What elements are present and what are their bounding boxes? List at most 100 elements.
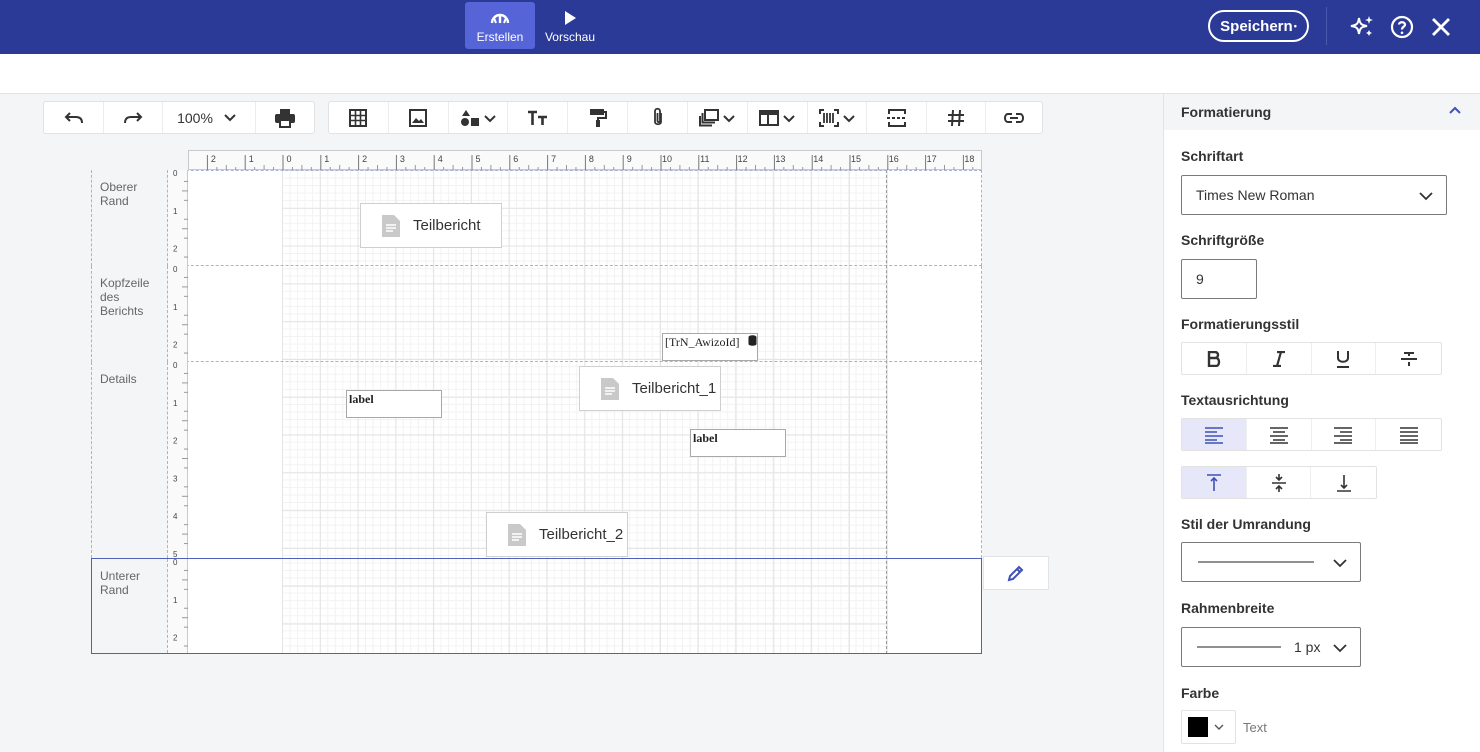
ruler-tick-label: 1 bbox=[173, 303, 178, 312]
edit-band-button[interactable] bbox=[983, 556, 1049, 590]
ruler-tick-label: 9 bbox=[627, 154, 632, 164]
save-button[interactable]: Speichern • bbox=[1208, 10, 1309, 42]
align-justify-icon bbox=[1399, 426, 1418, 444]
ruler-tick-label: 2 bbox=[362, 154, 367, 164]
mode-create-label: Erstellen bbox=[476, 30, 524, 44]
hyperlink-button[interactable] bbox=[986, 102, 1042, 133]
insert-image-button[interactable] bbox=[389, 102, 449, 133]
font-family-value: Times New Roman bbox=[1196, 187, 1315, 203]
mode-create-button[interactable]: Erstellen bbox=[465, 2, 535, 49]
horizontal-ruler: 2 1 0 1 2 3 4 5 6 7 8 9 10 11 12 13 14 15 16 17 18 bbox=[188, 150, 982, 171]
ruler-tick-label: 3 bbox=[173, 474, 178, 483]
ruler-tick-label: 3 bbox=[400, 154, 405, 164]
band-top-margin[interactable] bbox=[91, 170, 982, 266]
barcode-button[interactable] bbox=[808, 102, 868, 133]
ruler-tick-label: 18 bbox=[964, 154, 974, 164]
chevron-down-icon bbox=[1419, 192, 1433, 201]
zoom-value: 100% bbox=[177, 109, 213, 126]
close-icon[interactable] bbox=[1426, 12, 1456, 42]
page-break-button[interactable] bbox=[867, 102, 928, 133]
shapes-icon bbox=[461, 109, 480, 126]
top-bar: Erstellen Vorschau Speichern • bbox=[0, 0, 1480, 54]
layout-icon bbox=[759, 109, 780, 126]
subreport-element[interactable]: Teilbericht_1 bbox=[579, 366, 721, 411]
attachment-button[interactable] bbox=[628, 102, 688, 133]
subreport-element[interactable]: Teilbericht_2 bbox=[486, 512, 628, 557]
ruler-tick-label: 16 bbox=[889, 154, 899, 164]
align-middle-button[interactable] bbox=[1247, 467, 1312, 498]
database-icon bbox=[748, 335, 757, 346]
text-icon bbox=[527, 110, 547, 125]
underline-button[interactable] bbox=[1312, 343, 1377, 374]
stacked-pages-icon bbox=[699, 108, 720, 126]
hash-icon bbox=[948, 109, 965, 126]
ruler-tick-label: 15 bbox=[851, 154, 861, 164]
align-left-button[interactable] bbox=[1182, 419, 1247, 450]
page-number-button[interactable] bbox=[927, 102, 987, 133]
print-button[interactable] bbox=[256, 102, 314, 133]
ruler-tick-label: 13 bbox=[775, 154, 785, 164]
ai-sparkle-icon[interactable] bbox=[1347, 12, 1377, 42]
ruler-tick-label: 1 bbox=[173, 596, 178, 605]
insert-text-button[interactable] bbox=[508, 102, 569, 133]
ruler-tick-label: 1 bbox=[324, 154, 329, 164]
label-element[interactable]: label bbox=[346, 390, 442, 418]
ruler-tick-label: 10 bbox=[662, 154, 672, 164]
ruler-tick-label: 5 bbox=[173, 550, 178, 558]
chevron-down-icon bbox=[843, 114, 855, 122]
ruler-tick-label: 12 bbox=[738, 154, 748, 164]
band-label-top-margin: Oberer Rand bbox=[91, 170, 168, 266]
formatting-section-header[interactable]: Formatierung bbox=[1164, 94, 1480, 130]
band-bottom-margin-selected[interactable] bbox=[91, 558, 982, 654]
ruler-tick-label: 0 bbox=[173, 559, 178, 567]
insert-table-button[interactable] bbox=[329, 102, 389, 133]
align-bottom-button[interactable] bbox=[1311, 467, 1376, 498]
strikethrough-button[interactable] bbox=[1376, 343, 1441, 374]
insert-shape-button[interactable] bbox=[449, 102, 509, 133]
undo-button[interactable] bbox=[44, 102, 104, 133]
chevron-down-icon bbox=[484, 114, 496, 122]
subreport-element[interactable]: Teilbericht bbox=[360, 203, 502, 248]
border-style-select[interactable] bbox=[1181, 542, 1361, 582]
data-field-text: [TrN_AwizoId] bbox=[665, 335, 740, 349]
print-icon bbox=[275, 108, 295, 128]
band-button[interactable] bbox=[748, 102, 808, 133]
align-top-button[interactable] bbox=[1182, 467, 1247, 498]
font-size-input[interactable]: 9 bbox=[1181, 259, 1257, 299]
font-family-select[interactable]: Times New Roman bbox=[1181, 175, 1447, 215]
designer-gauge-icon bbox=[490, 13, 510, 24]
font-size-value: 9 bbox=[1196, 271, 1204, 287]
vertical-ruler-details: 0 1 2 3 4 5 bbox=[168, 361, 188, 559]
align-justify-button[interactable] bbox=[1376, 419, 1441, 450]
line-width-preview bbox=[1197, 646, 1281, 648]
align-center-button[interactable] bbox=[1247, 419, 1312, 450]
zoom-select[interactable]: 100% bbox=[163, 102, 256, 133]
ruler-tick-label: 14 bbox=[813, 154, 823, 164]
ruler-tick-label: 17 bbox=[927, 154, 937, 164]
font-family-label: Schriftart bbox=[1181, 148, 1244, 164]
mode-preview-button[interactable]: Vorschau bbox=[535, 2, 605, 49]
band-label-details: Details bbox=[91, 362, 168, 558]
align-right-button[interactable] bbox=[1312, 419, 1377, 450]
color-picker[interactable] bbox=[1181, 710, 1236, 744]
redo-button[interactable] bbox=[104, 102, 163, 133]
subreport-button[interactable] bbox=[688, 102, 748, 133]
border-width-select[interactable]: 1 px bbox=[1181, 627, 1361, 667]
format-painter-button[interactable] bbox=[568, 102, 629, 133]
font-size-label: Schriftgröße bbox=[1181, 232, 1265, 248]
subreport-name: Teilbericht_1 bbox=[632, 380, 717, 397]
ruler-tick-label: 5 bbox=[475, 154, 480, 164]
band-report-header[interactable] bbox=[91, 266, 982, 362]
ruler-tick-label: 4 bbox=[173, 512, 178, 521]
bold-button[interactable] bbox=[1182, 343, 1247, 374]
italic-button[interactable] bbox=[1247, 343, 1312, 374]
horizontal-align-group bbox=[1181, 418, 1442, 451]
paperclip-icon bbox=[653, 107, 662, 125]
formatting-section-title: Formatierung bbox=[1181, 104, 1272, 120]
ruler-tick-label: 2 bbox=[173, 634, 178, 643]
data-field-element[interactable]: [TrN_AwizoId] bbox=[662, 333, 758, 361]
label-element[interactable]: label bbox=[690, 429, 786, 457]
ruler-tick-label: 0 bbox=[173, 170, 178, 178]
help-icon[interactable] bbox=[1387, 12, 1417, 42]
unsaved-dot: • bbox=[1293, 21, 1297, 31]
